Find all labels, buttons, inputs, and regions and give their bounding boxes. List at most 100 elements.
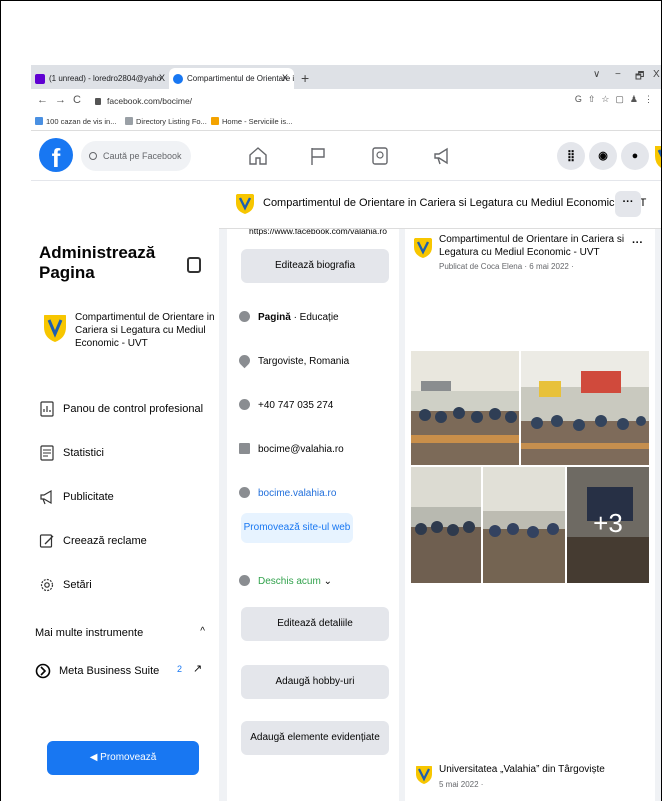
insights-icon	[40, 445, 54, 461]
page-avatar[interactable]	[233, 191, 257, 215]
screenshot-frame: (1 unread) - loredro2804@yaho X Comparti…	[0, 0, 662, 801]
home-icon[interactable]	[247, 145, 269, 167]
post-author-avatar[interactable]	[413, 763, 435, 785]
megaphone-icon: ◀	[89, 752, 101, 763]
more-tools-label: Mai multe instrumente	[35, 627, 144, 639]
edit-bio-button[interactable]: Editează biografia	[241, 249, 389, 283]
megaphone-icon[interactable]	[431, 145, 453, 167]
post-photo[interactable]	[483, 467, 565, 583]
add-featured-button[interactable]: Adaugă elemente evidențiate	[241, 721, 389, 755]
page-name[interactable]: Compartimentul de Orientare in Cariera s…	[263, 197, 646, 209]
menu-grid-button[interactable]: ⣿	[557, 142, 585, 170]
tab-search-icon[interactable]: ∨	[593, 69, 600, 80]
tab-facebook-page[interactable]: Compartimentul de Orientare in X	[169, 68, 294, 89]
bookmark-item[interactable]: Directory Listing Fo...	[125, 117, 207, 126]
meta-business-suite-link[interactable]: Meta Business Suite 2 ↗	[35, 663, 215, 679]
globe-icon	[239, 487, 250, 498]
hours-row[interactable]: Deschis acum ⌄	[239, 575, 332, 589]
flag-icon[interactable]	[307, 145, 329, 167]
bookmarks-bar: 100 cazan de vis in... Directory Listing…	[31, 113, 661, 131]
website-row[interactable]: bocime.valahia.ro	[239, 487, 336, 501]
post-author-avatar[interactable]	[411, 235, 435, 259]
chevron-up-icon[interactable]: ^	[200, 626, 205, 637]
address-bar-row: ← → C facebook.com/bocime/ G⇧☆▢♟⋮	[31, 89, 661, 113]
facebook-logo[interactable]: f	[39, 138, 73, 173]
profile-avatar[interactable]	[649, 140, 662, 172]
page-avatar	[39, 311, 71, 343]
email-icon	[239, 443, 250, 454]
post-author-name[interactable]: Universitatea „Valahia” din Târgoviște	[439, 764, 605, 775]
sidebar-title: Administrează Pagina	[39, 243, 156, 282]
more-tools-section[interactable]: Mai multe instrumente ^	[35, 626, 215, 639]
external-link-icon: ↗	[193, 663, 203, 675]
page-header-bar: Compartimentul de Orientare in Cariera s…	[219, 181, 661, 229]
more-options-button[interactable]: ···	[615, 191, 641, 217]
sidebar-item-professional-dashboard[interactable]: Panou de control profesional	[39, 399, 203, 423]
gear-icon	[40, 578, 54, 592]
dashboard-icon	[40, 401, 54, 417]
bookmark-item[interactable]: 100 cazan de vis in...	[35, 117, 116, 126]
bookmark-icon	[125, 117, 133, 125]
sidebar-toggle-icon[interactable]	[187, 257, 201, 273]
close-tab-icon[interactable]: X	[282, 68, 288, 89]
notifications-button[interactable]: ●	[621, 142, 649, 170]
page-url[interactable]: https://www.facebook.com/valahia.ro	[249, 229, 387, 237]
location-row: Targoviste, Romania	[236, 352, 349, 369]
close-tab-icon[interactable]: X	[159, 68, 165, 89]
meta-icon	[35, 663, 51, 679]
tab-label: Compartimentul de Orientare in	[187, 74, 294, 83]
post-options-button[interactable]: ···	[632, 237, 643, 249]
clock-icon	[239, 575, 250, 586]
back-icon[interactable]: ←	[37, 94, 48, 106]
mail-icon	[35, 74, 45, 84]
reload-icon[interactable]: C	[73, 94, 81, 106]
tab-label: (1 unread) - loredro2804@yaho	[49, 74, 162, 83]
post-card: Compartimentul de Orientare in Cariera s…	[405, 229, 655, 801]
add-hobbies-button[interactable]: Adaugă hobby-uri	[241, 665, 389, 699]
facebook-header: f Caută pe Facebook ⣿ ◉ ●	[31, 131, 662, 181]
news-icon[interactable]	[369, 145, 391, 167]
new-tab-button[interactable]: +	[301, 68, 309, 88]
more-photos-tile[interactable]: +3	[567, 467, 649, 583]
post-photo[interactable]	[521, 351, 649, 465]
forward-icon[interactable]: →	[55, 94, 66, 106]
notification-badge: 2	[177, 664, 183, 674]
pencil-icon	[39, 534, 54, 548]
bookmark-item[interactable]: Home - Serviciile is...	[211, 117, 292, 126]
browser-toolbar-icons[interactable]: G⇧☆▢♟⋮	[575, 94, 659, 105]
post-meta: Publicat de Coca Elena · 6 mai 2022 ·	[439, 262, 574, 271]
phone-icon	[239, 399, 250, 410]
lock-icon	[95, 98, 101, 106]
tab-yahoo-mail[interactable]: (1 unread) - loredro2804@yaho X	[31, 68, 171, 89]
promote-button[interactable]: ◀ Promovează	[47, 741, 199, 775]
sidebar-item-settings[interactable]: Setări	[39, 575, 92, 599]
post-photo[interactable]	[411, 351, 519, 465]
megaphone-icon	[40, 490, 52, 505]
search-input[interactable]: Caută pe Facebook	[81, 141, 191, 171]
info-icon	[239, 311, 250, 322]
post-photo[interactable]	[411, 467, 481, 583]
main-content: Compartimentul de Orientare in Cariera s…	[219, 181, 661, 801]
sidebar-item-insights[interactable]: Statistici	[39, 443, 104, 467]
minimize-button[interactable]: −	[615, 69, 621, 80]
maximize-button[interactable]: 🗗	[635, 69, 644, 86]
messenger-button[interactable]: ◉	[589, 142, 617, 170]
sidebar-page-name: Compartimentul de Orientare in Cariera s…	[75, 312, 215, 349]
sidebar-item-create-ads[interactable]: Creează reclame	[39, 531, 147, 555]
sidebar-item-advertising[interactable]: Publicitate	[39, 487, 114, 511]
more-photos-count: +3	[567, 467, 649, 583]
edit-details-button[interactable]: Editează detaliile	[241, 607, 389, 641]
facebook-icon	[173, 74, 183, 84]
promote-website-button[interactable]: Promovează site-ul web	[241, 513, 353, 543]
bookmark-icon	[35, 117, 43, 125]
chevron-down-icon: ⌄	[323, 576, 332, 587]
manage-page-sidebar: Administrează Pagina Compartimentul de O…	[31, 181, 219, 801]
location-pin-icon	[236, 352, 253, 369]
email-row: bocime@valahia.ro	[239, 443, 344, 457]
search-icon	[89, 152, 97, 160]
post-author-name[interactable]: Compartimentul de Orientare in Cariera s…	[439, 233, 629, 259]
intro-card: https://www.facebook.com/valahia.ro Edit…	[227, 229, 399, 801]
close-window-button[interactable]: X	[653, 69, 660, 80]
url-field[interactable]: facebook.com/bocime/	[95, 93, 525, 109]
phone-row: +40 747 035 274	[239, 399, 333, 413]
